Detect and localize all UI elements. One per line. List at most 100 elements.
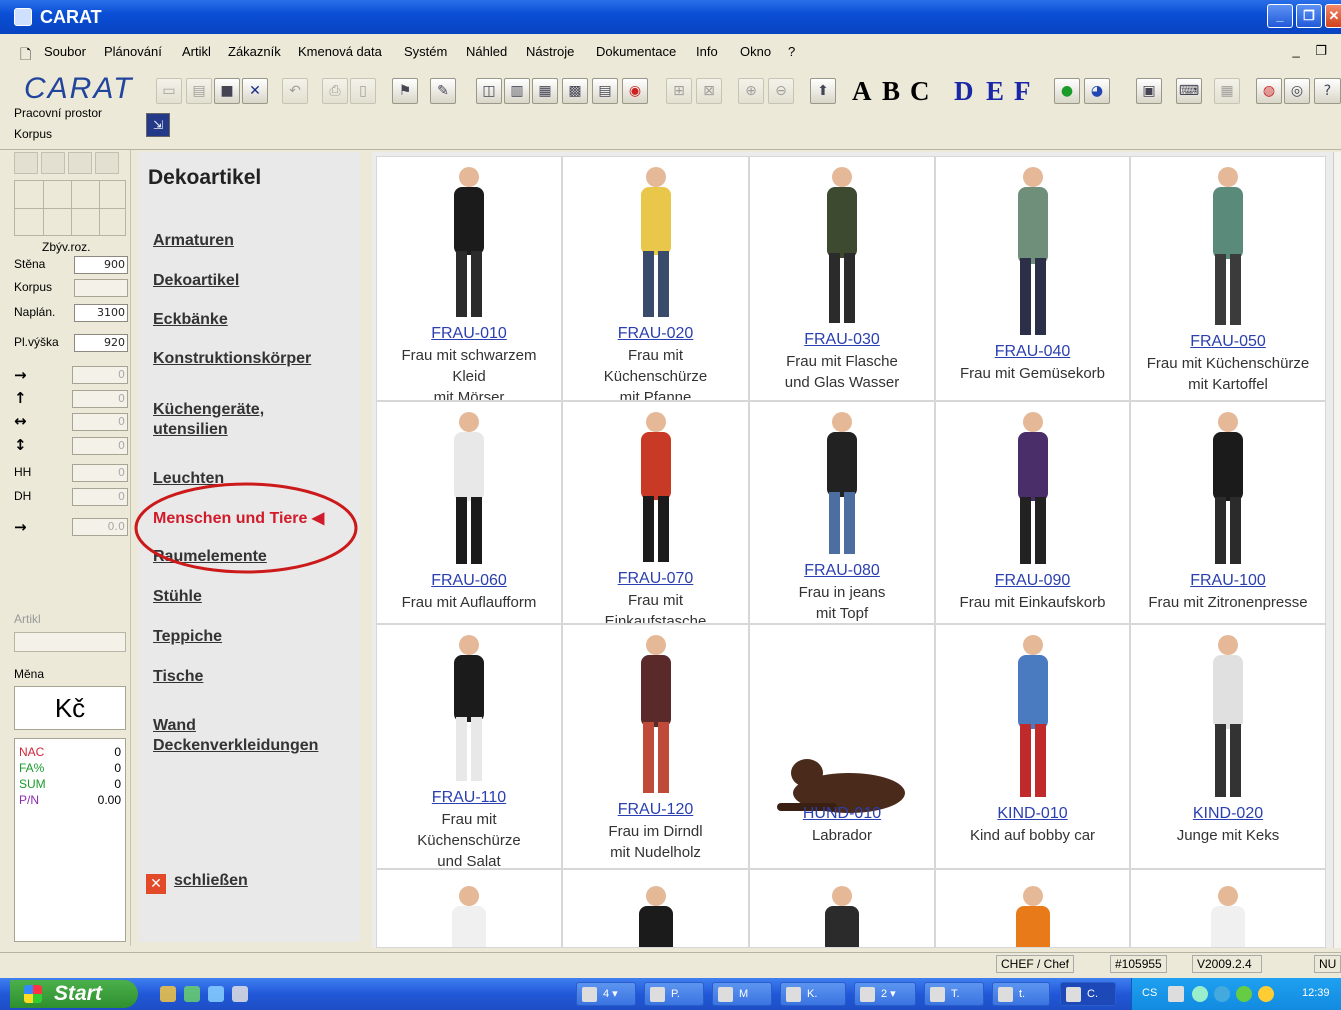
sync-tray-icon[interactable] — [1214, 986, 1230, 1002]
korpus-type-2-icon[interactable] — [41, 152, 65, 174]
product-code-link[interactable]: FRAU-040 — [936, 343, 1129, 361]
view-f-button[interactable]: F — [1014, 76, 1031, 107]
person-image[interactable] — [1193, 410, 1263, 574]
person-image[interactable] — [998, 410, 1068, 574]
menu-planovani[interactable]: Plánování — [104, 44, 162, 59]
category-armaturen[interactable]: Armaturen — [153, 232, 234, 250]
task-4[interactable]: K. — [780, 982, 846, 1006]
person-image[interactable] — [434, 633, 504, 791]
person-image[interactable] — [1193, 633, 1263, 806]
help-tray-icon[interactable] — [1168, 986, 1184, 1002]
product-code-link[interactable]: FRAU-050 — [1131, 333, 1325, 351]
person-image[interactable] — [434, 410, 504, 574]
vertical-scrollbar[interactable] — [1333, 152, 1341, 948]
person-image[interactable] — [807, 165, 877, 332]
product-code-link[interactable]: FRAU-120 — [563, 801, 748, 819]
network-tray-icon[interactable] — [1192, 986, 1208, 1002]
product-tile[interactable]: FRAU-040 Frau mit Gemüsekorb — [935, 156, 1130, 401]
menu-okno[interactable]: Okno — [740, 44, 771, 59]
calculator-icon[interactable]: ▦ — [1214, 78, 1240, 104]
menu-artikl[interactable]: Artikl — [182, 44, 211, 59]
quicklaunch-3-icon[interactable] — [208, 986, 224, 1002]
person-image[interactable] — [998, 165, 1068, 343]
person-image[interactable] — [621, 165, 691, 327]
product-tile[interactable]: FRAU-070 Frau mit Einkaufstasche — [562, 401, 749, 624]
korpus-type-4-icon[interactable] — [95, 152, 119, 174]
korpus-type-1-icon[interactable] — [14, 152, 38, 174]
input-width[interactable]: 0 — [72, 413, 128, 431]
product-tile[interactable]: FRAU-060 Frau mit Auflaufform — [376, 401, 562, 624]
menu-nastroje[interactable]: Nástroje — [526, 44, 574, 59]
product-tile[interactable]: FRAU-030 Frau mit Flasche und Glas Wasser — [749, 156, 935, 401]
quicklaunch-1-icon[interactable] — [160, 986, 176, 1002]
person-image[interactable] — [998, 633, 1068, 806]
input-hh[interactable]: 0 — [72, 464, 128, 482]
product-tile[interactable]: FRAU-020 Frau mit Küchenschürze mit Pfann… — [562, 156, 749, 401]
product-tile[interactable]: KIND-010 Kind auf bobby car — [935, 624, 1130, 869]
person-image[interactable] — [807, 410, 877, 564]
view-side-icon[interactable]: ▥ — [504, 78, 530, 104]
new-icon[interactable]: ▭ — [156, 78, 182, 104]
product-tile[interactable]: FRAU-090 Frau mit Einkaufskorb — [935, 401, 1130, 624]
person-image[interactable] — [621, 410, 691, 572]
input-right[interactable]: 0 — [72, 366, 128, 384]
category-wand-deckenverkleidungen[interactable]: Wand Deckenverkleidungen — [153, 716, 353, 756]
product-code-link[interactable]: FRAU-030 — [750, 331, 934, 349]
category-kuechengeraete[interactable]: Küchengeräte, utensilien — [153, 400, 293, 440]
task-3[interactable]: M — [712, 982, 772, 1006]
position-grid[interactable] — [14, 180, 126, 236]
product-code-link[interactable]: KIND-020 — [1131, 805, 1325, 823]
print-icon[interactable]: ⎙ — [322, 78, 348, 104]
task-2[interactable]: P. — [644, 982, 704, 1006]
save-icon[interactable]: ■ — [214, 78, 240, 104]
view-list-icon[interactable]: ▤ — [592, 78, 618, 104]
product-code-link[interactable]: FRAU-100 — [1131, 572, 1325, 590]
quicklaunch-2-icon[interactable] — [184, 986, 200, 1002]
shop-icon[interactable]: ◍ — [1256, 78, 1282, 104]
product-tile-partial[interactable] — [376, 869, 562, 948]
minimize-button[interactable]: _ — [1267, 4, 1293, 28]
menu-soubor[interactable]: Soubor — [44, 44, 86, 59]
input-height[interactable]: 0 — [72, 437, 128, 455]
menu-info[interactable]: Info — [696, 44, 718, 59]
settings-icon[interactable]: ◎ — [1284, 78, 1310, 104]
place-icon[interactable]: ⚑ — [392, 78, 418, 104]
render-icon[interactable]: ◉ — [622, 78, 648, 104]
menu-system[interactable]: Systém — [404, 44, 447, 59]
web-icon[interactable]: ◕ — [1084, 78, 1110, 104]
draw-icon[interactable]: ✎ — [430, 78, 456, 104]
korpus-type-3-icon[interactable] — [68, 152, 92, 174]
person-image[interactable] — [807, 884, 877, 947]
delete-icon[interactable]: ✕ — [242, 78, 268, 104]
zoom-in-icon[interactable]: ⊕ — [738, 78, 764, 104]
category-eckbaenke[interactable]: Eckbänke — [153, 311, 228, 329]
view-3d-icon[interactable]: ▩ — [562, 78, 588, 104]
category-tische[interactable]: Tische — [153, 668, 203, 686]
product-tile-partial[interactable] — [935, 869, 1130, 948]
category-dekoartikel[interactable]: Dekoartikel — [153, 272, 239, 290]
product-tile-partial[interactable] — [1130, 869, 1326, 948]
person-image[interactable] — [621, 884, 691, 947]
restore-button[interactable]: ❐ — [1296, 4, 1322, 28]
input-dh[interactable]: 0 — [72, 488, 128, 506]
open-icon[interactable]: ▤ — [186, 78, 212, 104]
up-icon[interactable]: ⬆ — [810, 78, 836, 104]
person-image[interactable] — [621, 633, 691, 802]
article-field[interactable] — [14, 632, 126, 652]
task-7[interactable]: t. — [992, 982, 1050, 1006]
task-group-2[interactable]: 2 ▾ — [854, 982, 916, 1006]
product-tile[interactable]: KIND-020 Junge mit Keks — [1130, 624, 1326, 869]
product-code-link[interactable]: FRAU-110 — [377, 789, 561, 807]
view-c-button[interactable]: C — [910, 76, 930, 107]
print-preview-icon[interactable]: ▯ — [350, 78, 376, 104]
product-tile-partial[interactable] — [562, 869, 749, 948]
close-window-button[interactable]: ✕ — [1325, 4, 1341, 28]
language-indicator[interactable]: CS — [1142, 987, 1157, 999]
help-icon[interactable]: ? — [1314, 78, 1341, 104]
product-code-link[interactable]: FRAU-070 — [563, 570, 748, 588]
category-teppiche[interactable]: Teppiche — [153, 628, 222, 646]
product-code-link[interactable]: HUND-010 — [750, 805, 934, 823]
product-code-link[interactable]: FRAU-090 — [936, 572, 1129, 590]
input-offset[interactable]: 0.0 — [72, 518, 128, 536]
product-tile[interactable]: FRAU-050 Frau mit Küchenschürze mit Karto… — [1130, 156, 1326, 401]
